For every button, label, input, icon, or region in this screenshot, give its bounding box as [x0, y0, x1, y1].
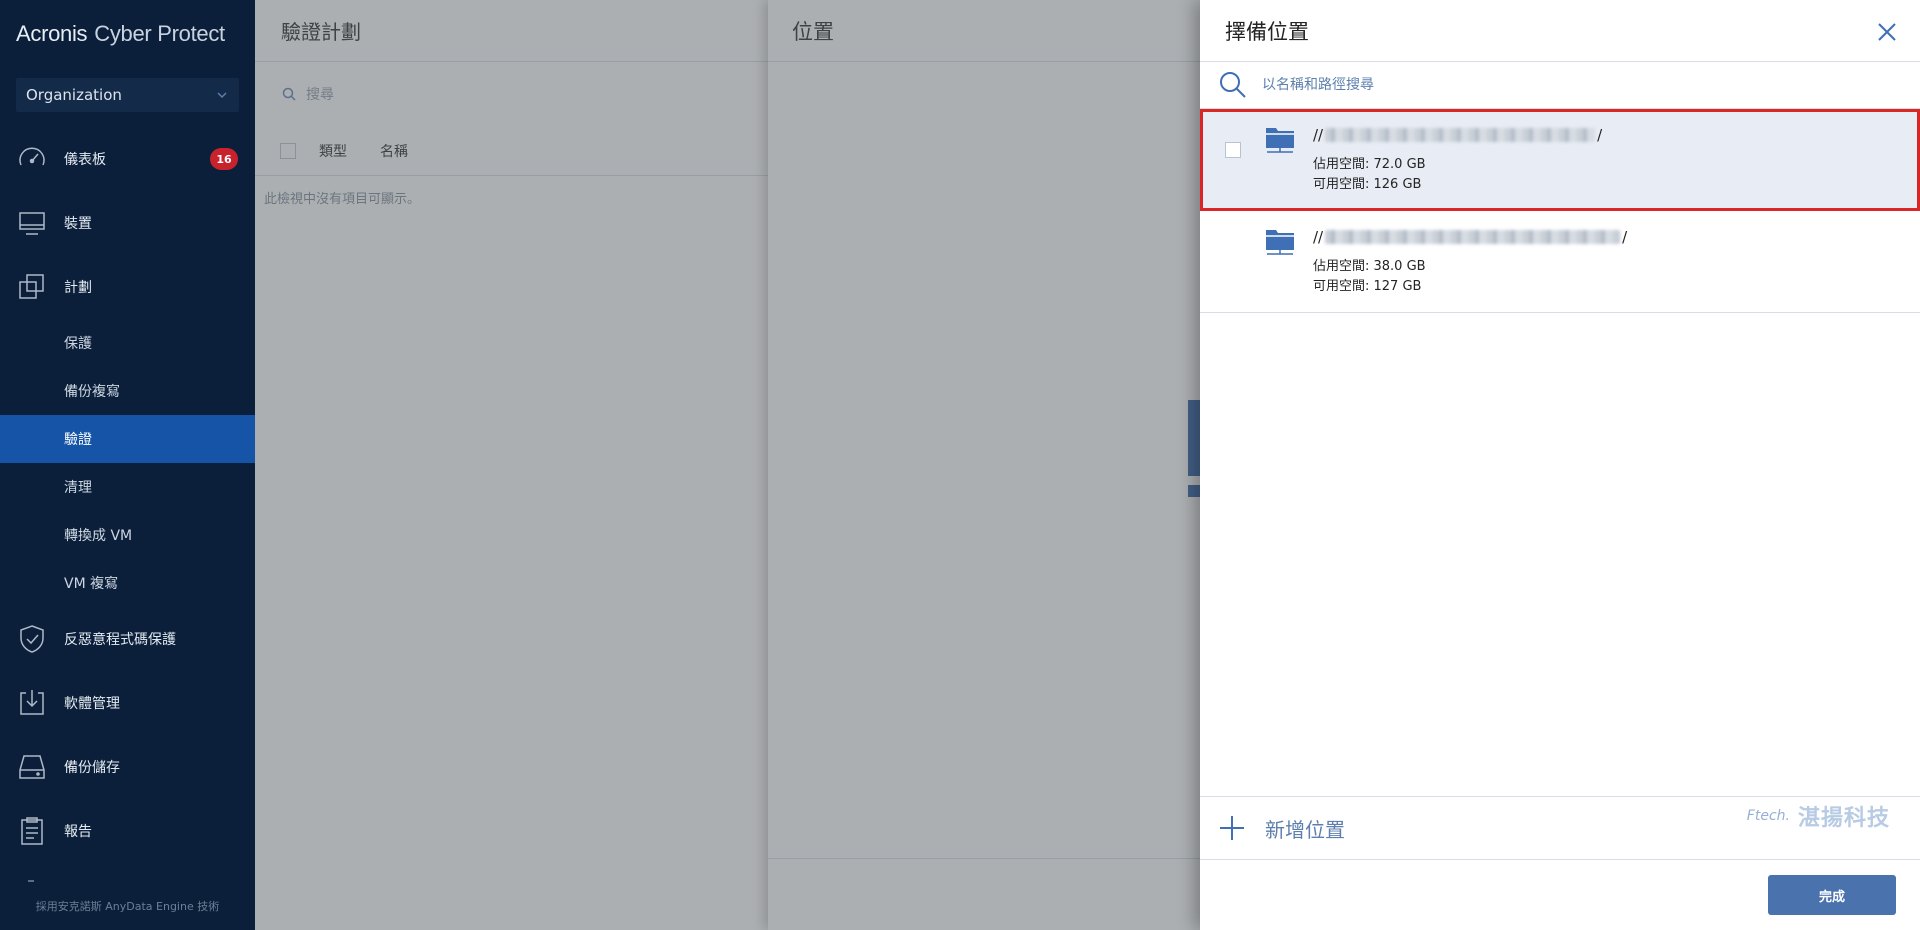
sidebar-subitem-cleanup[interactable]: 清理 [0, 463, 255, 511]
sidebar-subitem-vm-replication[interactable]: VM 複寫 [0, 559, 255, 607]
watermark-logo: Ftech. [1746, 808, 1790, 824]
chevron-down-icon [217, 92, 227, 99]
network-folder-icon [1266, 128, 1294, 153]
location-search-input[interactable] [1262, 77, 1862, 93]
plans-copy-icon [19, 274, 44, 299]
used-space: 佔用空間: 72.0 GB [1313, 157, 1426, 172]
shield-check-icon [20, 625, 44, 653]
close-icon [1878, 23, 1896, 41]
sidebar-subitem-convert-to-vm[interactable]: 轉換成 VM [0, 511, 255, 559]
sidebar-item-backup-storage[interactable]: 備份儲存 [0, 735, 255, 799]
path-prefix: // [1313, 126, 1324, 144]
select-location-panel: 擇備位置 // / 佔用空間: 72.0 GB 可用空間: 126 GB // [1200, 0, 1920, 930]
sidebar-item-software[interactable]: 軟體管理 [0, 671, 255, 735]
watermark-text: 湛揚科技 [1797, 806, 1890, 831]
sidebar-item-label: 備份儲存 [64, 760, 120, 776]
software-download-icon [20, 690, 44, 715]
close-button[interactable] [1870, 15, 1904, 49]
location-list: // / 佔用空間: 72.0 GB 可用空間: 126 GB // / 佔用空… [1200, 108, 1920, 313]
location-stats: 佔用空間: 38.0 GB 可用空間: 127 GB [1313, 257, 1426, 297]
sidebar-subitem-backup-replication[interactable]: 備份複寫 [0, 367, 255, 415]
sidebar-item-label: 反惡意程式碼保護 [64, 632, 176, 648]
sidebar-item-label: 計劃 [64, 280, 92, 296]
sidebar-item-reports[interactable]: 報告 [0, 799, 255, 863]
used-space: 佔用空間: 38.0 GB [1313, 259, 1426, 274]
partial-button-edge [1188, 485, 1200, 497]
clipboard-report-icon [21, 817, 43, 845]
sidebar-item-label: 裝置 [64, 216, 92, 232]
brand-product: Cyber Protect [94, 21, 225, 46]
sidebar-item-label: 儀表板 [64, 152, 106, 168]
sidebar: Acronis Cyber Protect Organization 儀表板 1… [0, 0, 255, 930]
sidebar-item-label: 報告 [64, 824, 92, 840]
organization-select-value: Organization [26, 86, 122, 104]
column-header-name[interactable]: 名稱 [380, 141, 408, 161]
location-stats: 佔用空間: 72.0 GB 可用空間: 126 GB [1313, 155, 1426, 195]
free-space: 可用空間: 127 GB [1313, 279, 1422, 294]
sidebar-footer: 採用安克諾斯 AnyData Engine 技術 [35, 900, 220, 913]
location-search [1200, 62, 1920, 108]
organization-select[interactable]: Organization [16, 78, 239, 112]
sidebar-item-anti-malware[interactable]: 反惡意程式碼保護 [0, 607, 255, 671]
location-item[interactable]: // / 佔用空間: 72.0 GB 可用空間: 126 GB [1200, 109, 1920, 211]
panel-title: 擇備位置 [1200, 0, 1920, 62]
path-prefix: // [1313, 228, 1324, 246]
path-suffix: / [1622, 228, 1628, 246]
sidebar-item-plans[interactable]: 計劃 [0, 255, 255, 319]
path-suffix: / [1597, 126, 1603, 144]
validation-plans-page: 驗證計劃 搜尋 類型 名稱 此檢視中沒有項目可顯示。 [255, 0, 768, 930]
partial-button [1188, 400, 1200, 476]
search-placeholder: 搜尋 [306, 87, 334, 103]
empty-state-message: 此檢視中沒有項目可顯示。 [264, 192, 421, 207]
blurred-path [1325, 230, 1621, 244]
storage-drive-icon [19, 755, 45, 779]
sidebar-nav: 儀表板 16 裝置 計劃 保護 備份複寫 驗證 清理 轉換成 VM VM 複寫 … [0, 127, 255, 863]
brand-name: Acronis [16, 21, 88, 46]
search-icon [282, 87, 296, 101]
notification-badge: 16 [210, 148, 238, 170]
page-title: 驗證計劃 [255, 0, 768, 62]
sidebar-item-dashboard[interactable]: 儀表板 16 [0, 127, 255, 191]
sidebar-item-label: 軟體管理 [64, 696, 120, 712]
free-space: 可用空間: 126 GB [1313, 177, 1422, 192]
location-checkbox[interactable] [1225, 142, 1241, 158]
search-bar[interactable]: 搜尋 [255, 62, 768, 126]
column-header-type[interactable]: 類型 [319, 141, 347, 161]
sidebar-subitem-protect[interactable]: 保護 [0, 319, 255, 367]
select-all-checkbox[interactable] [280, 142, 296, 159]
monitor-icon [19, 212, 45, 235]
sidebar-subitem-validation[interactable]: 驗證 [0, 415, 255, 463]
done-button[interactable]: 完成 [1768, 875, 1896, 915]
location-page: 位置 [768, 0, 1200, 930]
location-page-title: 位置 [768, 0, 1200, 62]
blurred-path [1325, 128, 1596, 142]
location-item[interactable]: // / 佔用空間: 38.0 GB 可用空間: 127 GB [1200, 211, 1920, 313]
location-path: // / [1313, 228, 1627, 246]
watermark: Ftech. 湛揚科技 [1747, 800, 1890, 832]
brand-logo: Acronis Cyber Protect [16, 18, 225, 50]
location-path: // / [1313, 126, 1602, 144]
dashboard-gauge-icon [19, 147, 45, 166]
add-location-label: 新增位置 [1265, 817, 1345, 842]
table-header: 類型 名稱 [255, 126, 768, 176]
network-folder-icon [1266, 230, 1294, 255]
divider [28, 880, 34, 882]
plus-icon [1220, 816, 1244, 840]
location-page-footer [768, 858, 1200, 930]
sidebar-item-devices[interactable]: 裝置 [0, 191, 255, 255]
search-icon [1220, 72, 1246, 98]
